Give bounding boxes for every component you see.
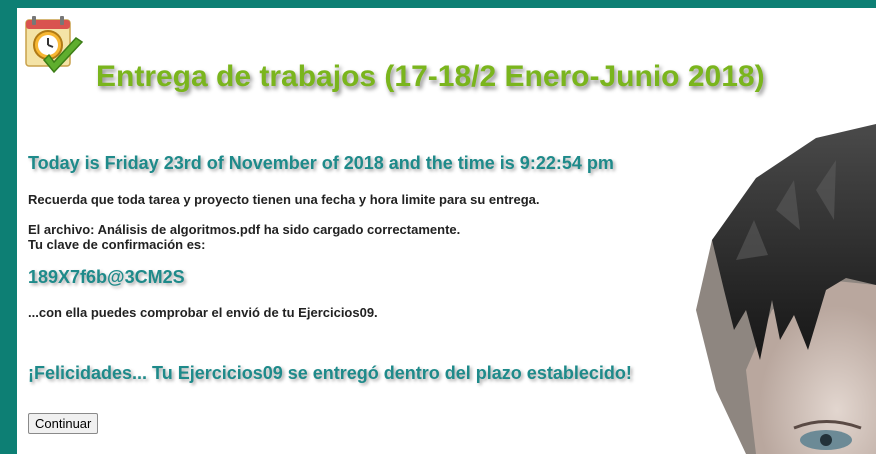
portrait-image xyxy=(696,124,876,454)
confirmation-key-label: Tu clave de confirmación es: xyxy=(28,237,206,252)
calendar-clock-check-icon xyxy=(25,16,84,74)
page-title: Entrega de trabajos (17-18/2 Enero-Junio… xyxy=(96,60,765,93)
confirmation-key: 189X7f6b@3CM2S xyxy=(28,267,185,287)
continue-button[interactable]: Continuar xyxy=(28,413,99,434)
verify-note: ...con ella puedes comprobar el envió de… xyxy=(28,305,378,320)
current-datetime: Today is Friday 23rd of November of 2018… xyxy=(28,153,614,173)
deadline-reminder: Recuerda que toda tarea y proyecto tiene… xyxy=(28,192,540,207)
left-frame-bar xyxy=(0,0,17,454)
upload-confirmation: El archivo: Análisis de algoritmos.pdf h… xyxy=(28,222,461,237)
top-frame-bar xyxy=(0,0,876,8)
success-message: ¡Felicidades... Tu Ejercicios09 se entre… xyxy=(28,363,632,383)
